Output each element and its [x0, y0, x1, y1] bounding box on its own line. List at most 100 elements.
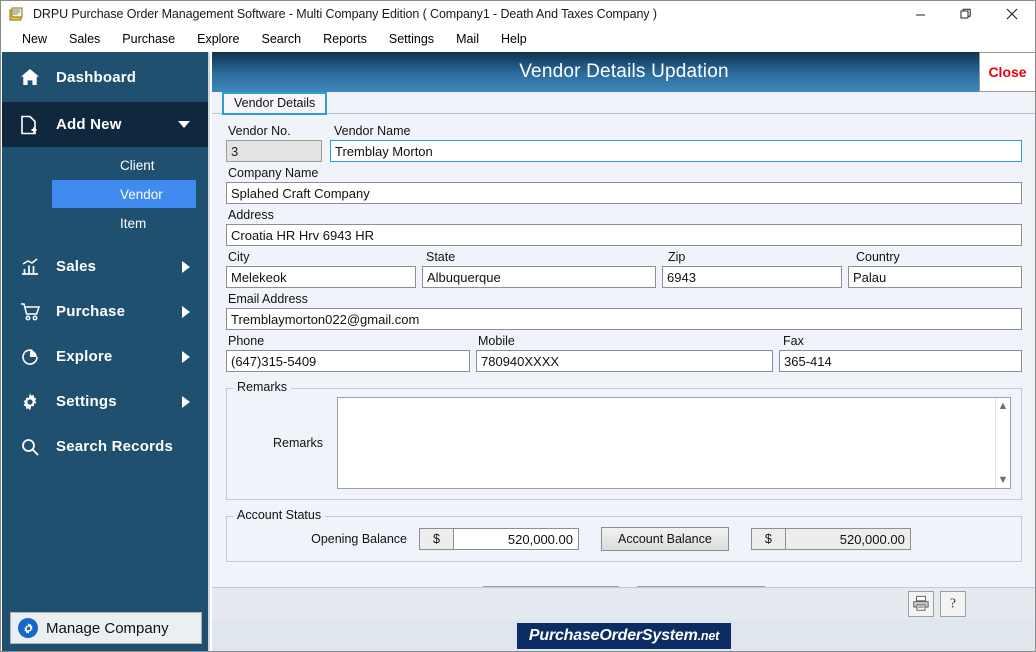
company-name-input[interactable]: Splahed Craft Company	[226, 182, 1022, 204]
opening-balance-value[interactable]: 520,000.00	[454, 529, 578, 549]
vendor-name-input[interactable]: Tremblay Morton	[330, 140, 1022, 162]
sidebar-item-client[interactable]: Client	[52, 151, 196, 179]
panel-footer-toolbar: ?	[212, 587, 1035, 619]
home-icon	[20, 67, 46, 87]
label-company-name: Company Name	[228, 166, 319, 180]
sidebar-label-search-records: Search Records	[56, 438, 174, 455]
brand-bar: PurchaseOrderSystem.net	[212, 619, 1035, 651]
sidebar-label-client: Client	[120, 157, 155, 173]
sidebar-label-vendor: Vendor	[120, 186, 163, 202]
sidebar-submenu-add-new: Client Vendor Item	[2, 147, 208, 244]
chevron-right-icon[interactable]	[182, 260, 190, 273]
label-state: State	[426, 250, 456, 264]
phone-input[interactable]: (647)315-5409	[226, 350, 470, 372]
chevron-right-icon[interactable]	[182, 350, 190, 363]
brand-name: PurchaseOrderSystem	[528, 626, 698, 644]
row-labels-vendor: Vendor No. Vendor Name	[226, 120, 1022, 140]
remarks-textarea[interactable]: ▲ ▼	[337, 397, 1011, 489]
sidebar-label-add-new: Add New	[56, 116, 122, 133]
sidebar: Dashboard Add New Client Vendor Item Sal…	[2, 52, 210, 651]
mobile-input[interactable]: 780940XXXX	[476, 350, 773, 372]
vendor-form: Vendor No. Vendor Name 3 Tremblay Morton…	[212, 114, 1035, 616]
label-phone: Phone	[228, 334, 265, 348]
menu-item-settings[interactable]: Settings	[378, 29, 445, 49]
menu-bar: New Sales Purchase Explore Search Report…	[1, 27, 1035, 52]
sidebar-item-settings[interactable]: Settings	[2, 379, 208, 424]
row-labels-location: City State Zip Country	[226, 246, 1022, 266]
menu-item-new[interactable]: New	[11, 29, 58, 49]
account-status-group: Account Status Opening Balance $ 520,000…	[226, 508, 1022, 562]
manage-company-button[interactable]: Manage Company	[10, 612, 202, 644]
app-icon	[9, 6, 25, 22]
printer-icon[interactable]	[908, 590, 934, 617]
state-input[interactable]: Albuquerque	[422, 266, 656, 288]
sidebar-item-dashboard[interactable]: Dashboard	[2, 52, 208, 102]
chevron-right-icon[interactable]	[182, 305, 190, 318]
sidebar-label-settings: Settings	[56, 393, 117, 410]
sidebar-item-search-records[interactable]: Search Records	[2, 424, 208, 469]
menu-item-mail[interactable]: Mail	[445, 29, 490, 49]
account-status-group-title: Account Status	[233, 508, 326, 522]
menu-item-reports[interactable]: Reports	[312, 29, 378, 49]
account-balance-button[interactable]: Account Balance	[601, 527, 729, 551]
zip-input[interactable]: 6943	[662, 266, 842, 288]
label-mobile: Mobile	[478, 334, 515, 348]
menu-item-search[interactable]: Search	[251, 29, 313, 49]
chevron-right-icon[interactable]	[182, 395, 190, 408]
application-window: DRPU Purchase Order Management Software …	[0, 0, 1036, 652]
scroll-down-icon[interactable]: ▼	[998, 472, 1009, 488]
svg-text:?: ?	[950, 596, 956, 611]
label-city: City	[228, 250, 250, 264]
opening-balance-field[interactable]: $ 520,000.00	[419, 528, 579, 550]
sidebar-item-item[interactable]: Item	[52, 209, 196, 237]
label-remarks: Remarks	[272, 436, 323, 450]
sidebar-label-item: Item	[120, 215, 147, 231]
label-vendor-name: Vendor Name	[334, 124, 411, 138]
manage-company-label: Manage Company	[46, 619, 169, 637]
menu-item-explore[interactable]: Explore	[186, 29, 250, 49]
sidebar-label-dashboard: Dashboard	[56, 68, 137, 86]
sidebar-label-purchase: Purchase	[56, 303, 126, 320]
vendor-no-input[interactable]: 3	[226, 140, 322, 162]
pie-chart-icon	[20, 347, 46, 367]
magnifier-icon	[20, 437, 46, 457]
sidebar-item-purchase[interactable]: Purchase	[2, 289, 208, 334]
tab-vendor-details[interactable]: Vendor Details	[222, 92, 328, 115]
close-icon[interactable]	[989, 1, 1035, 27]
brand-logo: PurchaseOrderSystem.net	[516, 622, 732, 649]
question-icon[interactable]: ?	[940, 590, 966, 617]
remarks-row: Remarks ▲ ▼	[227, 389, 1021, 499]
window-controls	[897, 1, 1035, 27]
menu-item-sales[interactable]: Sales	[58, 29, 111, 49]
sidebar-label-explore: Explore	[56, 348, 113, 365]
row-labels-contact: Phone Mobile Fax	[226, 330, 1022, 350]
fax-input[interactable]: 365-414	[779, 350, 1022, 372]
sidebar-item-explore[interactable]: Explore	[2, 334, 208, 379]
shopping-cart-icon	[20, 302, 46, 322]
remarks-scrollbar[interactable]: ▲ ▼	[995, 398, 1010, 488]
account-balance-currency: $	[751, 529, 786, 549]
chevron-down-icon[interactable]	[178, 121, 190, 128]
document-plus-icon	[20, 115, 46, 135]
sidebar-item-add-new[interactable]: Add New	[2, 102, 208, 147]
city-input[interactable]: Melekeok	[226, 266, 416, 288]
brand-tld: .net	[697, 628, 720, 643]
page-title: Vendor Details Updation	[519, 61, 729, 82]
email-input[interactable]: Tremblaymorton022@gmail.com	[226, 308, 1022, 330]
label-email: Email Address	[228, 292, 308, 306]
main-panel: Vendor Details Updation Close Vendor Det…	[212, 52, 1035, 651]
row-location: Melekeok Albuquerque 6943 Palau	[226, 266, 1022, 288]
address-input[interactable]: Croatia HR Hrv 6943 HR	[226, 224, 1022, 246]
country-input[interactable]: Palau	[848, 266, 1022, 288]
sidebar-item-sales[interactable]: Sales	[2, 244, 208, 289]
close-panel-button[interactable]: Close	[979, 52, 1035, 92]
scroll-up-icon[interactable]: ▲	[998, 398, 1009, 414]
sidebar-item-vendor[interactable]: Vendor	[52, 180, 196, 208]
menu-item-help[interactable]: Help	[490, 29, 538, 49]
title-bar: DRPU Purchase Order Management Software …	[1, 1, 1035, 27]
gear-icon	[18, 618, 38, 638]
minimize-icon[interactable]	[897, 1, 943, 27]
account-balance-field: $ 520,000.00	[750, 528, 911, 550]
restore-icon[interactable]	[943, 1, 989, 27]
menu-item-purchase[interactable]: Purchase	[111, 29, 186, 49]
